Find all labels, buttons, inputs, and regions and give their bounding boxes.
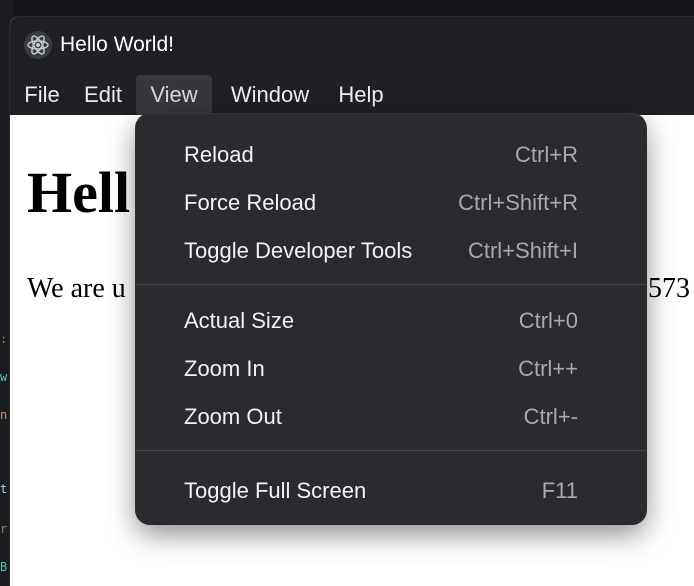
menu-help[interactable]: Help [328,75,394,115]
menu-item-shortcut: Ctrl+0 [518,308,578,333]
window-title: Hello World! [60,33,174,56]
title-bar[interactable]: Hello World! [10,17,694,76]
paragraph-end: 573 [648,273,690,304]
menu-item-label: Reload [184,142,254,167]
menu-item-actual-size[interactable]: Actual Size Ctrl+0 [136,300,646,340]
menu-item-label: Toggle Full Screen [184,478,367,503]
editor-glyph: r [0,522,8,536]
menu-bar: File Edit View Window Help [10,75,694,115]
menu-separator [136,450,646,451]
menu-separator [136,284,646,285]
menu-item-label: Zoom In [184,356,265,381]
menu-item-toggle-full-screen[interactable]: Toggle Full Screen F11 [136,470,646,510]
paragraph-start: We are u [27,273,126,304]
menu-view[interactable]: View [136,75,212,115]
menu-item-shortcut: Ctrl+- [523,404,578,429]
view-menu-dropdown: Reload Ctrl+R Force Reload Ctrl+Shift+R … [136,114,646,524]
menu-edit[interactable]: Edit [74,75,132,115]
page-paragraph: We are u [27,273,126,305]
menu-item-reload[interactable]: Reload Ctrl+R [136,134,646,174]
menu-item-label: Toggle Developer Tools [184,238,413,263]
menu-item-zoom-out[interactable]: Zoom Out Ctrl+- [136,396,646,436]
menu-item-shortcut: Ctrl+Shift+R [458,190,578,215]
menu-item-label: Actual Size [184,308,295,333]
menu-item-shortcut: F11 [541,478,578,503]
editor-glyph: n [0,408,8,422]
editor-glyph: : [0,332,8,346]
menu-item-force-reload[interactable]: Force Reload Ctrl+Shift+R [136,182,646,222]
menu-item-label: Zoom Out [184,404,282,429]
menu-item-shortcut: Ctrl+R [515,142,578,167]
electron-atom-icon [24,31,52,59]
editor-glyph: B [0,560,8,574]
menu-item-shortcut: Ctrl+Shift+I [467,238,578,263]
menu-item-toggle-developer-tools[interactable]: Toggle Developer Tools Ctrl+Shift+I [136,230,646,270]
menu-window[interactable]: Window [216,75,324,115]
editor-glyph: w [0,370,8,384]
page-heading: Hell [27,160,131,225]
menu-item-shortcut: Ctrl++ [518,356,578,381]
editor-glyph: t [0,482,8,496]
menu-item-label: Force Reload [184,190,317,215]
menu-file[interactable]: File [14,75,70,115]
menu-item-zoom-in[interactable]: Zoom In Ctrl++ [136,348,646,388]
